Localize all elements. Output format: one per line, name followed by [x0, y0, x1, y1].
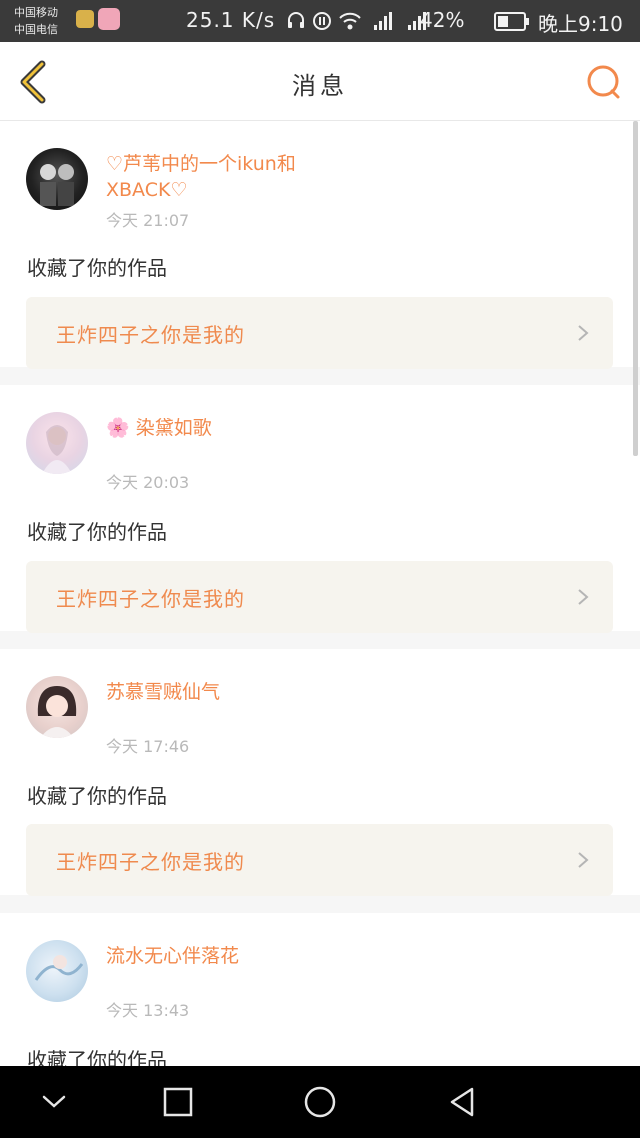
- search-icon: [587, 65, 620, 99]
- page-title: 消息: [292, 72, 348, 100]
- work-title: 王炸四子之你是我的: [56, 587, 245, 611]
- chevron-right-icon: [578, 852, 589, 868]
- wifi-icon: [338, 11, 362, 35]
- action-text: 收藏了你的作品: [27, 1048, 167, 1066]
- work-title: 王炸四子之你是我的: [56, 850, 245, 874]
- battery-icon: [494, 12, 529, 31]
- user-name[interactable]: ♡芦苇中的一个ikun和XBACK♡: [106, 151, 366, 203]
- action-text: 收藏了你的作品: [27, 784, 167, 808]
- carrier-1: 中国移动: [14, 6, 58, 19]
- user-name[interactable]: 流水无心伴落花: [106, 943, 366, 969]
- message-time: 今天 17:46: [106, 737, 190, 756]
- status-bar: 中国移动 中国电信 25.1 K/s 42% 晚上9:10: [0, 0, 640, 42]
- network-speed: 25.1 K/s: [186, 8, 276, 32]
- triangle-back-icon: [450, 1087, 474, 1117]
- search-button[interactable]: [584, 62, 624, 102]
- message-card: ♡芦苇中的一个ikun和XBACK♡ 今天 21:07 收藏了你的作品 王炸四子…: [0, 121, 640, 369]
- chevron-right-icon: [578, 589, 589, 605]
- work-link[interactable]: 王炸四子之你是我的: [26, 297, 613, 369]
- message-time: 今天 21:07: [106, 211, 190, 230]
- headphones-icon: [286, 11, 306, 35]
- message-card: 流水无心伴落花 今天 13:43 收藏了你的作品: [0, 913, 640, 1066]
- recents-button[interactable]: [160, 1084, 196, 1120]
- avatar[interactable]: [26, 148, 88, 210]
- clock: 晚上9:10: [538, 12, 623, 36]
- carrier-labels: 中国移动 中国电信: [14, 4, 58, 38]
- circle-icon: [304, 1086, 336, 1118]
- system-nav-bar: [0, 1066, 640, 1138]
- action-text: 收藏了你的作品: [27, 520, 167, 544]
- app-header: 消息: [0, 42, 640, 121]
- status-icons: [286, 11, 526, 33]
- user-name[interactable]: 🌸 染黛如歌: [106, 415, 366, 441]
- message-card: 🌸 染黛如歌 今天 20:03 收藏了你的作品 王炸四子之你是我的: [0, 385, 640, 633]
- system-back-button[interactable]: [444, 1084, 480, 1120]
- home-button[interactable]: [302, 1084, 338, 1120]
- work-link[interactable]: 王炸四子之你是我的: [26, 561, 613, 633]
- scrollbar[interactable]: [633, 121, 638, 456]
- signal-icon: [368, 11, 392, 35]
- hd-icon: [312, 11, 332, 35]
- work-link[interactable]: 王炸四子之你是我的: [26, 824, 613, 896]
- app-notification-icon: [98, 8, 120, 30]
- user-name[interactable]: 苏慕雪贼仙气: [106, 679, 366, 705]
- carrier-2: 中国电信: [14, 23, 58, 36]
- collapse-button[interactable]: [36, 1084, 72, 1120]
- battery-fill: [498, 16, 508, 27]
- message-time: 今天 20:03: [106, 473, 190, 492]
- avatar[interactable]: [26, 412, 88, 474]
- square-icon: [163, 1087, 193, 1117]
- message-card: 苏慕雪贼仙气 今天 17:46 收藏了你的作品 王炸四子之你是我的: [0, 649, 640, 896]
- app-notification-icon: [76, 10, 94, 28]
- message-list[interactable]: ♡芦苇中的一个ikun和XBACK♡ 今天 21:07 收藏了你的作品 王炸四子…: [0, 121, 640, 1066]
- battery-percentage: 42%: [420, 8, 465, 32]
- avatar[interactable]: [26, 940, 88, 1002]
- chevron-right-icon: [578, 325, 589, 341]
- action-text: 收藏了你的作品: [27, 256, 167, 280]
- work-title: 王炸四子之你是我的: [56, 323, 245, 347]
- chevron-down-icon: [42, 1095, 66, 1108]
- avatar[interactable]: [26, 676, 88, 738]
- message-time: 今天 13:43: [106, 1001, 190, 1020]
